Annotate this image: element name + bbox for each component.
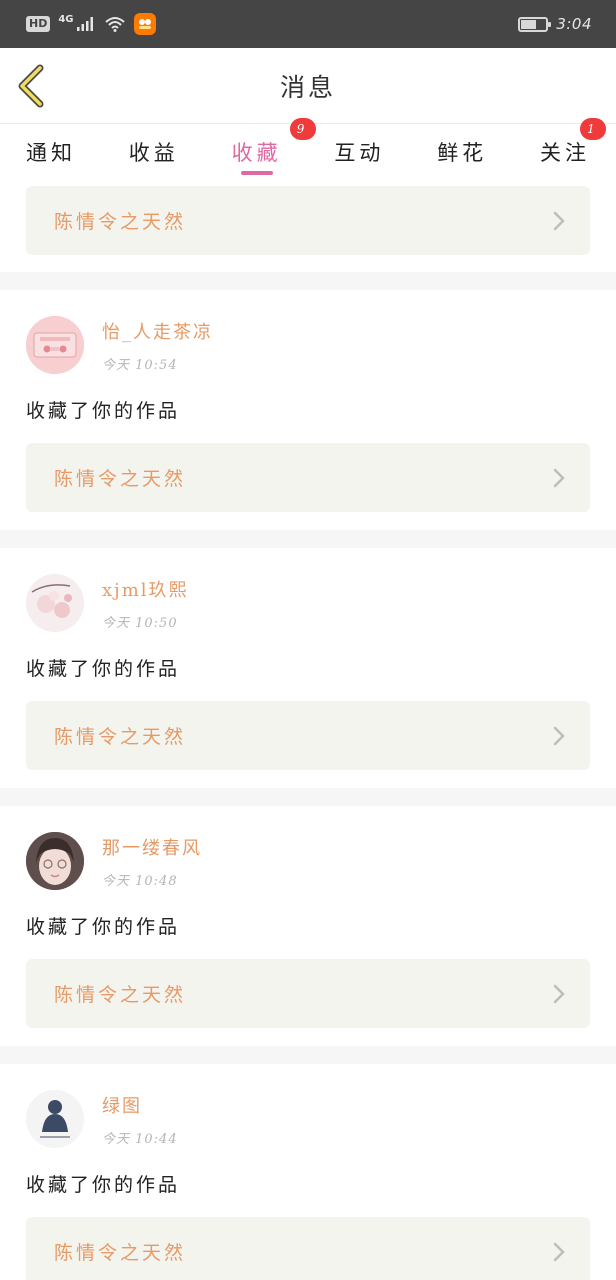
status-bar: HD 4G 3:04 (0, 0, 616, 48)
timestamp: 今天 10:44 (102, 1132, 178, 1147)
divider (0, 788, 616, 806)
action-text: 收藏了你的作品 (26, 658, 181, 680)
divider (0, 530, 616, 548)
unread-badge: 1 (579, 118, 606, 140)
avatar[interactable] (26, 832, 84, 890)
tab-label: 关注 (539, 141, 590, 165)
chevron-right-icon (553, 984, 565, 1003)
tab-notifications[interactable]: 通知 (26, 124, 76, 180)
status-bar-right: 3:04 (518, 15, 592, 33)
network-type: 4G (58, 13, 74, 25)
tab-interactions[interactable]: 互动 (334, 124, 384, 180)
user-row: xjml玖熙 今天 10:50 (0, 574, 616, 632)
list-item-partial: 陈情令之天然 (0, 180, 616, 272)
divider (0, 272, 616, 290)
signal-icon (76, 17, 93, 31)
hd-indicator: HD (26, 16, 51, 32)
unread-badge: 9 (289, 118, 316, 140)
user-info: 怡_人走茶凉 今天 10:54 (102, 316, 213, 373)
list-item: 绿图 今天 10:44 收藏了你的作品 陈情令之天然 (0, 1064, 616, 1280)
chevron-left-icon (18, 64, 44, 108)
tab-flowers[interactable]: 鲜花 (437, 124, 487, 180)
action-text: 收藏了你的作品 (26, 400, 181, 422)
tab-label: 收益 (128, 141, 179, 165)
header: 消息 (0, 48, 616, 124)
tab-label: 互动 (334, 141, 385, 165)
app-notification-icon (133, 13, 156, 35)
chevron-right-icon (553, 726, 565, 745)
user-row: 怡_人走茶凉 今天 10:54 (0, 316, 616, 374)
work-title: 陈情令之天然 (54, 1242, 187, 1264)
chevron-right-icon (553, 468, 565, 487)
work-card[interactable]: 陈情令之天然 (26, 959, 590, 1028)
tab-label: 鲜花 (437, 141, 488, 165)
work-card[interactable]: 陈情令之天然 (26, 186, 590, 255)
action-text: 收藏了你的作品 (26, 1174, 181, 1196)
username[interactable]: 怡_人走茶凉 (102, 318, 213, 344)
user-info: xjml玖熙 今天 10:50 (102, 574, 189, 631)
work-title: 陈情令之天然 (54, 468, 187, 490)
timestamp: 今天 10:54 (102, 358, 178, 373)
user-info: 那一缕春风 今天 10:48 (102, 832, 202, 889)
floral-avatar-image (26, 574, 84, 632)
avatar[interactable] (26, 1090, 84, 1148)
chevron-right-icon (553, 1242, 565, 1261)
active-tab-indicator (240, 171, 273, 175)
tab-label: 通知 (26, 141, 76, 165)
username[interactable]: xjml玖熙 (102, 576, 189, 602)
timestamp: 今天 10:50 (102, 616, 178, 631)
tab-follows[interactable]: 关注 1 (539, 118, 606, 180)
tab-earnings[interactable]: 收益 (129, 124, 179, 180)
work-card[interactable]: 陈情令之天然 (26, 701, 590, 770)
battery-icon (518, 16, 552, 32)
tab-favorites[interactable]: 收藏 9 (231, 118, 316, 180)
wifi-icon (104, 17, 125, 32)
screen: HD 4G 3:04 消息 通知 收益 收藏 9 互动 鲜花 关注 1 陈情令之… (0, 0, 616, 1280)
work-title: 陈情令之天然 (54, 726, 187, 748)
user-row: 那一缕春风 今天 10:48 (0, 832, 616, 890)
chevron-right-icon (553, 211, 565, 230)
avatar[interactable] (26, 574, 84, 632)
user-row: 绿图 今天 10:44 (0, 1090, 616, 1148)
tab-label: 收藏 (231, 141, 282, 165)
tab-bar: 通知 收益 收藏 9 互动 鲜花 关注 1 (0, 118, 616, 180)
page-title: 消息 (279, 72, 336, 102)
timestamp: 今天 10:48 (102, 874, 178, 889)
message-list: 陈情令之天然 怡_人走茶凉 今天 10:54 收藏了你的作品 陈情令之天然 xj… (0, 180, 616, 1280)
status-bar-left: HD 4G (26, 13, 156, 35)
portrait-avatar-image (26, 832, 84, 890)
list-item: xjml玖熙 今天 10:50 收藏了你的作品 陈情令之天然 (0, 548, 616, 788)
action-text: 收藏了你的作品 (26, 916, 181, 938)
work-card[interactable]: 陈情令之天然 (26, 443, 590, 512)
list-item: 那一缕春风 今天 10:48 收藏了你的作品 陈情令之天然 (0, 806, 616, 1046)
cassette-avatar-image (26, 316, 84, 374)
avatar[interactable] (26, 316, 84, 374)
figure-avatar-image (26, 1090, 84, 1148)
user-info: 绿图 今天 10:44 (102, 1090, 178, 1147)
list-item: 怡_人走茶凉 今天 10:54 收藏了你的作品 陈情令之天然 (0, 290, 616, 530)
back-button[interactable] (14, 64, 54, 108)
status-time: 3:04 (556, 15, 592, 33)
username[interactable]: 那一缕春风 (102, 834, 202, 860)
divider (0, 1046, 616, 1064)
work-title: 陈情令之天然 (54, 984, 187, 1006)
work-card[interactable]: 陈情令之天然 (26, 1217, 590, 1280)
work-title: 陈情令之天然 (54, 211, 187, 233)
username[interactable]: 绿图 (102, 1092, 178, 1118)
